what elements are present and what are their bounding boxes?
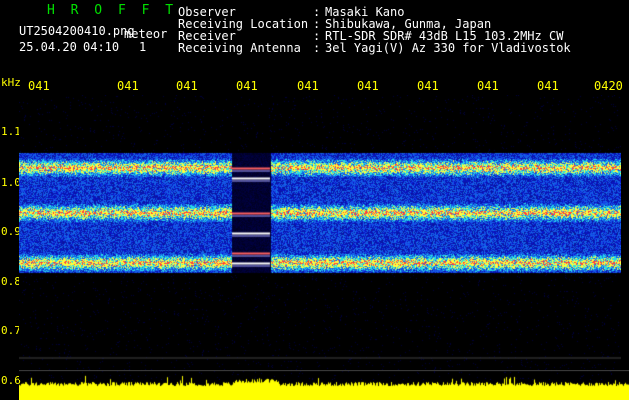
date-label: 25.04.20 xyxy=(19,40,77,54)
time-tick: 041 xyxy=(236,79,258,93)
time-tick: 041 xyxy=(417,79,439,93)
time-tick: 0420 xyxy=(594,79,623,93)
freq-tick: 0.8 xyxy=(1,275,21,288)
freq-tick: 0.7 xyxy=(1,324,21,337)
power-strip xyxy=(19,370,629,400)
time-tick: 041 xyxy=(357,79,379,93)
spectrogram-canvas xyxy=(19,95,621,380)
freq-unit-label: kHz xyxy=(1,76,21,89)
freq-tick: 1.1 xyxy=(1,125,21,138)
power-strip-canvas xyxy=(19,370,629,400)
time-tick: 041 xyxy=(297,79,319,93)
meta-label: Receiving Antenna xyxy=(178,41,301,55)
time-tick: 041 xyxy=(176,79,198,93)
freq-tick: 0.9 xyxy=(1,225,21,238)
time-tick: 041 xyxy=(477,79,499,93)
freq-tick: 1.0 xyxy=(1,176,21,189)
filename-label: UT2504200410.png xyxy=(19,24,135,38)
spectrogram-plot xyxy=(19,95,621,380)
freq-tick: 0.6 xyxy=(1,374,21,387)
metadata-block: Observer : Masaki Kano Receiving Locatio… xyxy=(178,6,623,54)
time-tick: 041 xyxy=(28,79,50,93)
time-label: 04:10 xyxy=(83,40,120,54)
station-title: H R O F F T xyxy=(47,3,178,18)
meta-value: 3el Yagi(V) Az 330 for Vladivostok xyxy=(325,41,571,55)
meteor-label: meteor xyxy=(124,27,168,41)
time-tick: 041 xyxy=(117,79,139,93)
time-tick: 041 xyxy=(537,79,559,93)
meta-colon: : xyxy=(313,41,321,55)
meteor-count: 1 xyxy=(139,40,147,54)
